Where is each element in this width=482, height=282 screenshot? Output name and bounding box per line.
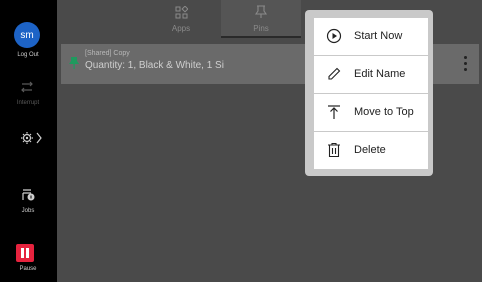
pin-icon [255,5,267,18]
jobs-label[interactable]: Jobs [0,208,56,214]
interrupt-icon [21,81,33,93]
edit-name-label: Edit Name [354,68,406,80]
menu-item-edit-name[interactable]: Edit Name [314,56,428,93]
jobs-icon[interactable] [20,186,36,202]
menu-item-start-now[interactable]: Start Now [314,18,428,55]
pinned-green-icon [69,57,79,69]
pause-button[interactable] [16,244,34,262]
context-menu: Start Now Edit Name Move to Top Delete [305,10,433,176]
job-description: Quantity: 1, Black & White, 1 Si [85,60,224,71]
settings-gear-icon[interactable] [20,130,42,146]
interrupt-label: Interrupt [16,100,40,106]
start-now-label: Start Now [354,30,403,42]
left-rail: sm Log Out Interrupt Jobs Pause [0,0,56,282]
job-shared-label: [Shared] Copy [85,50,130,57]
menu-item-move-to-top[interactable]: Move to Top [314,94,428,131]
more-options-button[interactable] [457,52,473,76]
log-out-label[interactable]: Log Out [0,52,56,58]
delete-label: Delete [354,144,386,156]
play-circle-icon [326,28,342,44]
move-to-top-icon [328,105,340,119]
user-avatar[interactable]: sm [14,22,40,48]
tab-pins[interactable]: Pins [221,0,301,38]
pencil-icon [328,67,341,80]
tab-apps[interactable]: Apps [141,0,221,38]
trash-icon [328,142,340,158]
tab-apps-label: Apps [171,24,191,33]
move-to-top-label: Move to Top [354,106,414,118]
tab-pins-label: Pins [253,24,269,33]
apps-grid-icon [175,6,188,19]
pause-label[interactable]: Pause [0,266,56,272]
menu-item-delete[interactable]: Delete [314,132,428,169]
